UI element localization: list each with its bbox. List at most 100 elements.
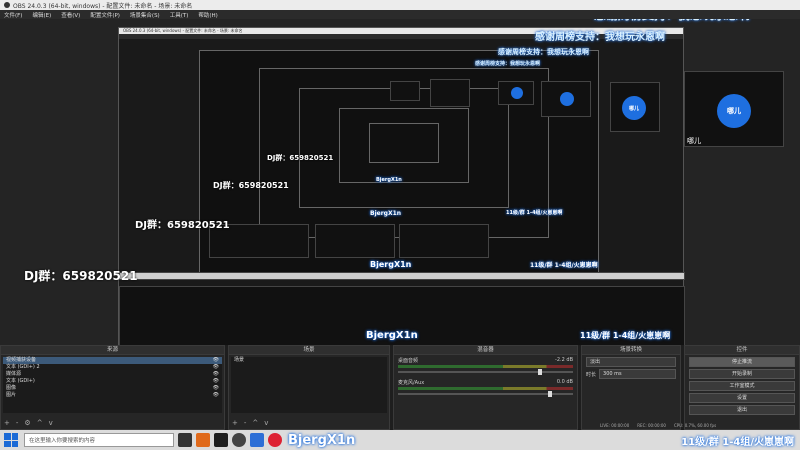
- bubble-thumb-5: 哪儿: [610, 82, 660, 132]
- scene-down-button[interactable]: v: [264, 419, 268, 427]
- source-item-label: 媒体源: [6, 371, 22, 377]
- sources-dock: 来源 视频捕获设备 👁 文本 (GDI+) 2 👁 媒体源 👁 文本 (GDI+) 👁 …: [0, 345, 225, 430]
- task-view-icon[interactable]: [178, 433, 192, 447]
- add-scene-button[interactable]: +: [232, 419, 238, 427]
- streamer-taskbar-text: BjergX1n: [288, 432, 356, 448]
- source-item[interactable]: 文本 (GDI+) 👁: [3, 378, 222, 385]
- scenes-dock-title: 场景: [229, 346, 389, 355]
- menu-help[interactable]: 帮助(H): [198, 11, 217, 19]
- windows-taskbar: 在这里输入你要搜索的内容 BjergX1n 11级/群 1-4组/火崽崽啊: [0, 430, 800, 450]
- rank-overlay-1: 11级/群 1-4组/火崽崽啊: [580, 331, 671, 340]
- bubble-circle-3: [511, 87, 523, 99]
- weibo-icon[interactable]: [268, 433, 282, 447]
- rank-taskbar-text: 11级/群 1-4组/火崽崽啊: [681, 436, 794, 448]
- source-item[interactable]: 图像 👁: [3, 385, 222, 392]
- eye-icon[interactable]: 👁: [213, 364, 219, 371]
- menu-tools[interactable]: 工具(T): [170, 11, 189, 19]
- bubble-thumb-1: [390, 81, 420, 101]
- bubble-caption: 哪儿: [687, 137, 701, 145]
- source-item[interactable]: 图片 👁: [3, 392, 222, 399]
- move-up-button[interactable]: ^: [37, 419, 43, 427]
- bubble-circle-label: 哪儿: [727, 107, 741, 115]
- menu-file[interactable]: 文件(F): [4, 11, 22, 19]
- scene-item-label: 场景: [234, 357, 245, 363]
- duration-input[interactable]: 300 ms: [599, 369, 676, 379]
- obs-taskbar-icon[interactable]: [232, 433, 246, 447]
- title-bar: OBS 24.0.3 (64-bit, windows) - 配置文件: 未命名…: [0, 0, 800, 10]
- mixer-track-desktop: 桌面音频 -2.2 dB: [398, 357, 573, 377]
- app-icon-blue[interactable]: [250, 433, 264, 447]
- gear-icon[interactable]: ⚙: [24, 419, 30, 427]
- thanks-overlay-1: 感谢周榜支持：我想玩永恩啊: [594, 19, 750, 23]
- transitions-dock: 场景转换 淡出 时长 300 ms: [581, 345, 681, 430]
- volume-slider-knob[interactable]: [538, 369, 542, 375]
- add-source-button[interactable]: +: [4, 419, 10, 427]
- remove-source-button[interactable]: -: [16, 419, 19, 427]
- bubble-circle-4: [560, 92, 574, 106]
- start-recording-button[interactable]: 开始录制: [689, 369, 795, 379]
- sources-list[interactable]: 视频捕获设备 👁 文本 (GDI+) 2 👁 媒体源 👁 文本 (GDI+) 👁 图像 👁…: [3, 357, 222, 413]
- volume-meter: [398, 365, 573, 368]
- mixer-track-mic: 麦克风/Aux 0.0 dB: [398, 379, 573, 399]
- thanks-overlay-2: 感谢周榜支持：我想玩永恩啊: [535, 32, 665, 43]
- scene-item[interactable]: 场景: [231, 357, 387, 364]
- dj-group-overlay-4: DJ群：659820521: [267, 154, 334, 162]
- eye-icon[interactable]: 👁: [213, 378, 219, 385]
- preview-canvas[interactable]: OBS 24.0.3 (64-bit, windows) - 配置文件: 未命名…: [0, 19, 800, 345]
- settings-button[interactable]: 设置: [689, 393, 795, 403]
- source-item-label: 图像: [6, 385, 17, 391]
- source-item-label: 视频捕获设备: [6, 357, 37, 363]
- source-item[interactable]: 视频捕获设备 👁: [3, 357, 222, 364]
- mixer-dock-title: 混音器: [394, 346, 577, 355]
- nested-scenes-panel: [315, 224, 395, 258]
- source-item[interactable]: 媒体源 👁: [3, 371, 222, 378]
- dj-group-overlay-2: DJ群：659820521: [135, 220, 230, 231]
- eye-icon[interactable]: 👁: [213, 371, 219, 378]
- studio-mode-button[interactable]: 工作室模式: [689, 381, 795, 391]
- thanks-overlay-3: 感谢周榜支持：我想玩永恩啊: [498, 48, 589, 56]
- controls-dock-title: 控件: [685, 346, 799, 355]
- mixer-track-label: 麦克风/Aux: [398, 380, 425, 386]
- streamer-overlay-4: BjergX1n: [376, 177, 402, 183]
- nested-taskbar: [119, 272, 685, 280]
- bubble-thumb-2: [430, 79, 470, 107]
- transition-type-select[interactable]: 淡出: [586, 357, 676, 367]
- bubble-panel-main: 哪儿 哪儿: [684, 71, 784, 147]
- move-down-button[interactable]: v: [49, 419, 53, 427]
- windows-start-icon[interactable]: [4, 433, 18, 447]
- menu-profile[interactable]: 配置文件(P): [90, 11, 120, 19]
- menu-edit[interactable]: 编辑(E): [32, 11, 51, 19]
- eye-icon[interactable]: 👁: [213, 357, 219, 364]
- scenes-toolbar: + - ^ v: [232, 419, 268, 427]
- streamer-overlay-1: BjergX1n: [366, 330, 418, 341]
- source-item-label: 文本 (GDI+) 2: [6, 364, 40, 370]
- scenes-list[interactable]: 场景: [231, 357, 387, 413]
- mixer-track-db: -2.2 dB: [555, 357, 573, 363]
- app-icon-dark[interactable]: [214, 433, 228, 447]
- taskbar-search-input[interactable]: 在这里输入你要搜索的内容: [24, 433, 174, 447]
- transitions-dock-title: 场景转换: [582, 346, 680, 355]
- thanks-overlay-4: 感谢周榜支持：我想玩永恩啊: [475, 61, 541, 67]
- menu-scene-collection[interactable]: 场景集合(S): [130, 11, 160, 19]
- eye-icon[interactable]: 👁: [213, 392, 219, 399]
- exit-button[interactable]: 退出: [689, 405, 795, 415]
- menu-bar: 文件(F) 编辑(E) 查看(V) 配置文件(P) 场景集合(S) 工具(T) …: [0, 10, 800, 19]
- streamer-overlay-2: BjergX1n: [370, 260, 412, 269]
- nested-preview-frame: OBS 24.0.3 (64-bit, windows) - 配置文件: 未命名…: [118, 27, 685, 345]
- dj-group-overlay-3: DJ群：659820521: [213, 181, 289, 190]
- status-bar: LIVE: 00:00:00 REC: 00:00:00 CPU: 0.7%, …: [600, 423, 716, 428]
- bubble-circle-5: 哪儿: [622, 96, 646, 120]
- app-icon-orange[interactable]: [196, 433, 210, 447]
- source-item[interactable]: 文本 (GDI+) 2 👁: [3, 364, 222, 371]
- eye-icon[interactable]: 👁: [213, 385, 219, 392]
- stop-streaming-button[interactable]: 停止推流: [689, 357, 795, 367]
- volume-slider[interactable]: [398, 391, 573, 397]
- recursive-preview-5: [369, 123, 439, 163]
- scenes-dock: 场景 场景 + - ^ v: [228, 345, 390, 430]
- scene-up-button[interactable]: ^: [252, 419, 258, 427]
- volume-slider-knob[interactable]: [548, 391, 552, 397]
- volume-slider[interactable]: [398, 369, 573, 375]
- bubble-thumb-3: [498, 81, 534, 105]
- remove-scene-button[interactable]: -: [244, 419, 247, 427]
- menu-view[interactable]: 查看(V): [61, 11, 80, 19]
